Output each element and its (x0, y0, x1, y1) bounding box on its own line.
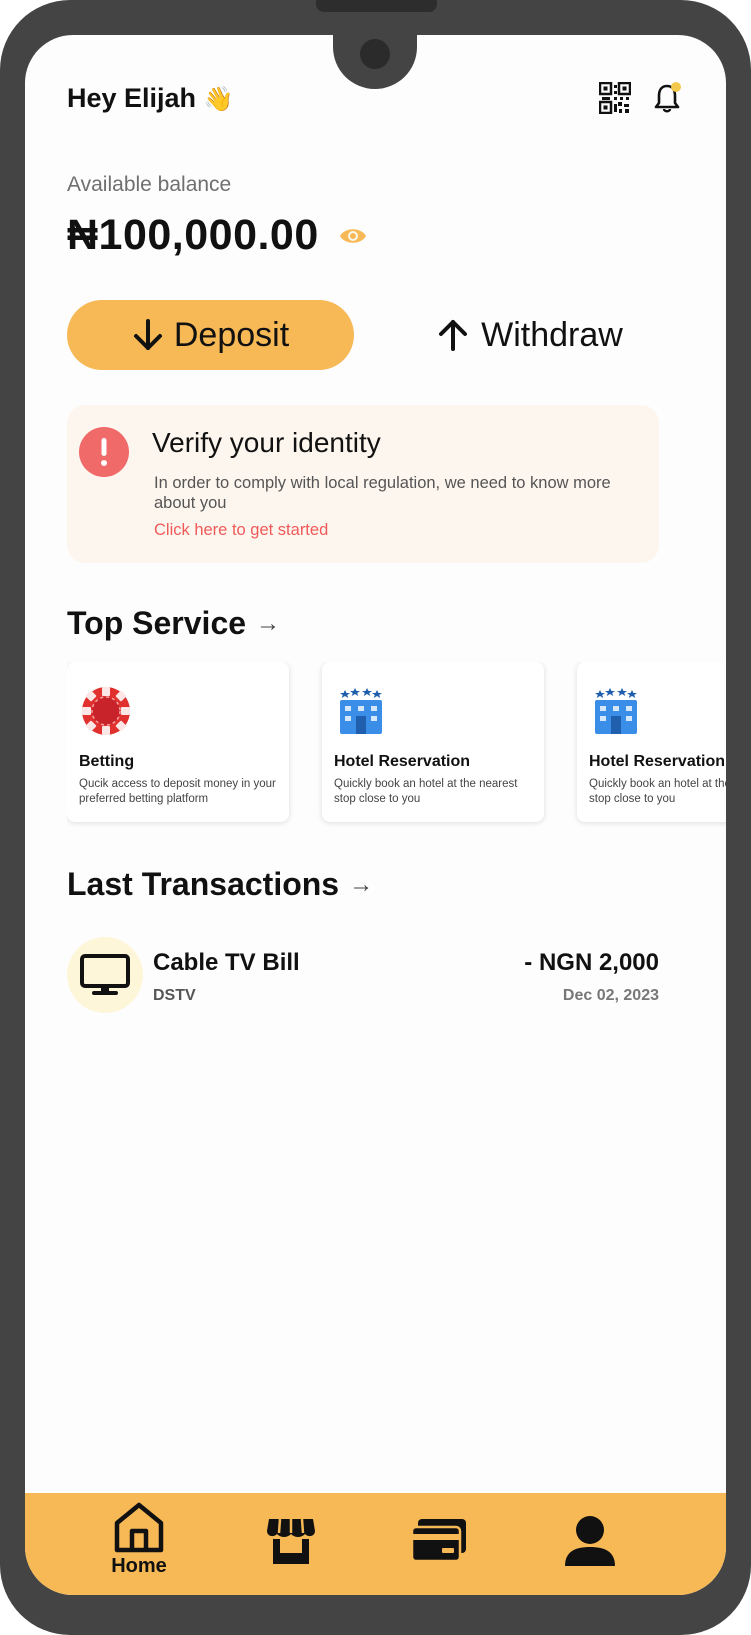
arrow-up-icon (439, 320, 468, 351)
home-icon (114, 1502, 164, 1553)
nav-item-home[interactable]: Home (97, 1493, 181, 1595)
wave-emoji: 👋 (203, 86, 234, 113)
get-started-link[interactable]: Click here to get started (154, 521, 328, 540)
service-name: Hotel Reservation (334, 753, 471, 770)
arrow-down-icon (133, 319, 162, 350)
arrow-right-icon: → (256, 609, 281, 637)
withdraw-button[interactable]: Withdraw (405, 300, 655, 370)
transaction-row[interactable]: Cable TV Bill DSTV - NGN 2,000 Dec 02, 2… (67, 937, 659, 1017)
greeting: Hey Elijah 👋 (67, 83, 233, 114)
nav-item-cards[interactable] (409, 1493, 469, 1595)
bell-icon[interactable] (652, 82, 682, 114)
service-description: Qucik access to deposit money in your pr… (79, 778, 276, 805)
nav-item-profile[interactable] (559, 1493, 621, 1595)
service-card-hotel-2[interactable]: Hotel Reservation Quickly book an hotel … (577, 662, 726, 822)
qr-code-icon[interactable] (599, 82, 631, 114)
verify-description: In order to comply with local regulation… (154, 474, 611, 512)
transaction-provider: DSTV (153, 987, 196, 1004)
service-description: Quickly book an hotel at the nearest sto… (334, 778, 518, 805)
nav-label-home: Home (111, 1555, 167, 1577)
transaction-icon-circle (67, 937, 143, 1013)
service-description: Quickly book an hotel at the nearest sto… (589, 778, 726, 805)
transaction-title: Cable TV Bill (153, 949, 300, 976)
phone-frame: Hey Elijah 👋 Available balance ₦100,000.… (0, 0, 751, 1635)
balance-amount: ₦100,000.00 (67, 211, 319, 259)
service-name: Betting (79, 753, 135, 770)
balance-row: ₦100,000.00 (67, 211, 367, 260)
betting-chip-icon (82, 687, 130, 735)
tv-icon (80, 954, 130, 995)
last-transactions-title: Last Transactions (67, 866, 340, 902)
notification-dot (671, 82, 681, 92)
alert-icon (79, 427, 129, 477)
deposit-label: Deposit (173, 315, 290, 354)
hotel-icon (340, 688, 382, 734)
service-name: Hotel Reservation (589, 753, 726, 770)
card-icon (410, 1519, 466, 1563)
greeting-text: Hey Elijah (67, 83, 197, 113)
transaction-amount: - NGN 2,000 (524, 949, 659, 976)
verify-title: Verify your identity (152, 427, 381, 458)
arrow-right-icon: → (349, 870, 374, 898)
balance-label: Available balance (67, 173, 232, 196)
bottom-nav: Home (25, 1493, 726, 1595)
camera-notch (333, 35, 417, 89)
withdraw-label: Withdraw (481, 315, 623, 354)
app-screen: Hey Elijah 👋 Available balance ₦100,000.… (25, 35, 726, 1595)
store-icon (267, 1518, 315, 1564)
verify-identity-card[interactable]: Verify your identity In order to comply … (67, 405, 659, 563)
phone-speaker-bar (316, 0, 437, 12)
top-service-title: Top Service (67, 605, 247, 641)
top-service-header[interactable]: Top Service → (67, 605, 280, 642)
deposit-button[interactable]: Deposit (67, 300, 354, 370)
camera-lens (360, 39, 390, 69)
services-row: Betting Qucik access to deposit money in… (67, 662, 726, 827)
eye-icon[interactable] (339, 226, 367, 246)
service-card-betting[interactable]: Betting Qucik access to deposit money in… (67, 662, 289, 822)
profile-icon (565, 1516, 615, 1566)
transaction-date: Dec 02, 2023 (562, 987, 659, 1004)
hotel-icon (595, 688, 637, 734)
nav-item-store[interactable] (263, 1493, 319, 1595)
last-transactions-header[interactable]: Last Transactions → (67, 866, 373, 903)
service-card-hotel[interactable]: Hotel Reservation Quickly book an hotel … (322, 662, 544, 822)
